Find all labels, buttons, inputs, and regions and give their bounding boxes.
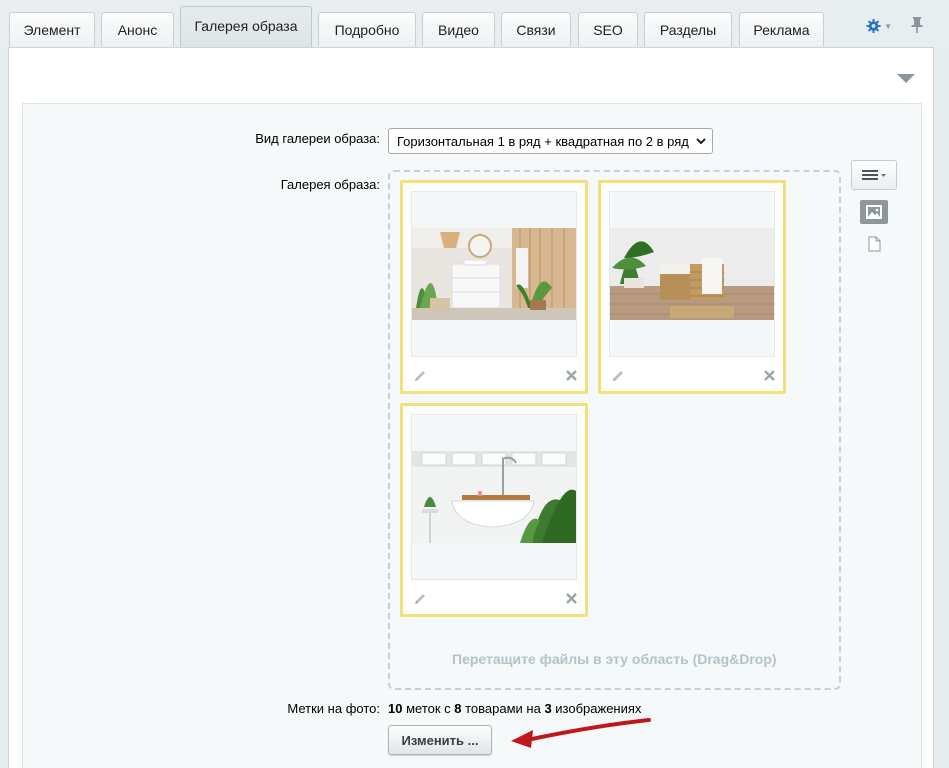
- baskets-plant-photo: [610, 228, 774, 320]
- pencil-icon[interactable]: [412, 591, 428, 607]
- chevron-down-icon: [696, 138, 706, 145]
- image-frame: [609, 191, 775, 357]
- tab-links[interactable]: Связи: [501, 12, 571, 46]
- tab-label: Галерея образа: [194, 18, 298, 34]
- tab-announce[interactable]: Анонс: [101, 12, 174, 46]
- file-icon[interactable]: [868, 236, 881, 252]
- bathtub-plants-photo: [412, 451, 576, 543]
- gallery-type-value: Горизонтальная 1 в ряд + квадратная по 2…: [397, 133, 689, 149]
- gear-icon: [866, 18, 881, 34]
- marks-count: 10: [388, 701, 403, 716]
- gallery-item[interactable]: [400, 180, 588, 394]
- tab-label: Связи: [516, 21, 556, 38]
- gallery-type-select[interactable]: Горизонтальная 1 в ряд + квадратная по 2…: [388, 128, 713, 154]
- gallery-type-label: Вид галереи образа:: [255, 131, 380, 146]
- tab-sections[interactable]: Разделы: [644, 12, 732, 46]
- tab-label: Видео: [438, 21, 479, 38]
- tab-label: SEO: [593, 21, 623, 38]
- pencil-icon[interactable]: [412, 368, 428, 384]
- close-icon[interactable]: [565, 592, 578, 605]
- pencil-icon[interactable]: [610, 368, 626, 384]
- close-icon[interactable]: [763, 369, 776, 382]
- tab-details[interactable]: Подробно: [318, 12, 416, 46]
- drop-hint: Перетащите файлы в эту область (Drag&Dro…: [452, 651, 777, 667]
- settings-button[interactable]: ▼: [866, 16, 892, 36]
- chevron-down-icon: ▼: [884, 21, 892, 31]
- gallery-section: Вид галереи образа: Горизонтальная 1 в р…: [22, 103, 922, 768]
- collapse-arrow-icon[interactable]: [897, 74, 915, 83]
- change-marks-button[interactable]: Изменить ...: [388, 725, 492, 755]
- tab-gallery[interactable]: Галерея образа: [180, 6, 312, 47]
- image-view-button[interactable]: [860, 200, 888, 224]
- image-frame: [411, 414, 577, 580]
- tab-label: Разделы: [659, 21, 717, 38]
- marks-text: меток с: [402, 701, 455, 716]
- tab-bar: Элемент Анонс Галерея образа Подробно Ви…: [0, 0, 949, 50]
- view-menu-button[interactable]: [851, 160, 897, 190]
- tab-label: Анонс: [117, 21, 158, 38]
- marks-products: 8: [454, 701, 462, 716]
- tab-label: Элемент: [23, 21, 81, 38]
- tab-ads[interactable]: Реклама: [739, 12, 824, 46]
- image-frame: [411, 191, 577, 357]
- tab-label: Подробно: [334, 21, 400, 38]
- bathroom-interior-photo: [412, 228, 576, 320]
- gallery-item[interactable]: [598, 180, 786, 394]
- pin-button[interactable]: [910, 16, 924, 36]
- marks-label: Метки на фото:: [287, 701, 380, 716]
- menu-icon: [862, 170, 886, 180]
- tab-element[interactable]: Элемент: [9, 12, 95, 46]
- tab-video[interactable]: Видео: [422, 12, 495, 46]
- image-icon: [866, 205, 882, 219]
- tab-seo[interactable]: SEO: [578, 12, 638, 46]
- annotation-arrow-icon: [511, 718, 651, 748]
- pin-icon: [911, 17, 923, 33]
- tab-label: Реклама: [753, 21, 810, 38]
- gallery-label: Галерея образа:: [280, 177, 380, 192]
- close-icon[interactable]: [565, 369, 578, 382]
- tab-content-panel: Вид галереи образа: Горизонтальная 1 в р…: [8, 47, 934, 768]
- gallery-item[interactable]: [400, 403, 588, 617]
